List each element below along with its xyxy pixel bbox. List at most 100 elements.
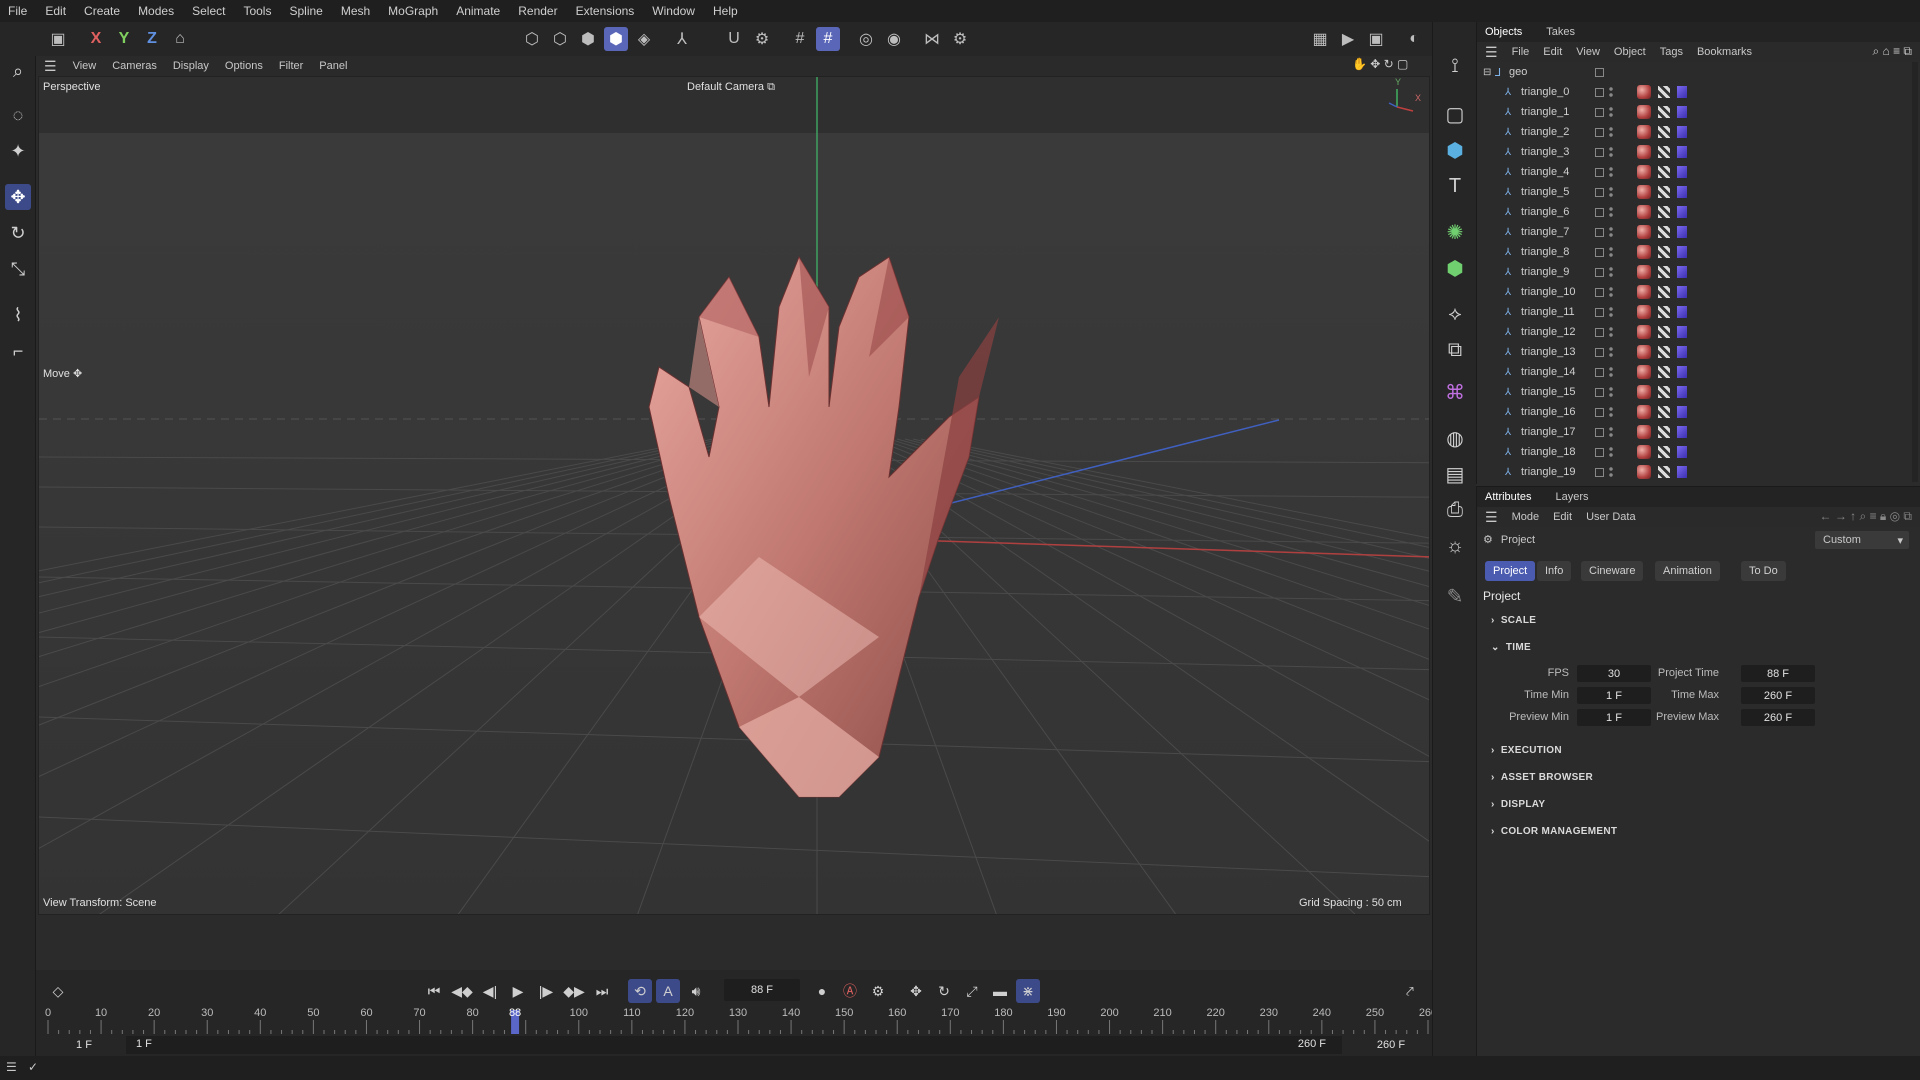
objects-menu-edit[interactable]: Edit bbox=[1543, 46, 1562, 58]
viewport-menu-view[interactable]: View bbox=[73, 60, 97, 72]
subtab-project[interactable]: Project bbox=[1485, 561, 1536, 581]
redshift-icon[interactable]: ◐ bbox=[1402, 27, 1426, 51]
section-scale[interactable]: › SCALE bbox=[1491, 615, 1536, 626]
visibility-check[interactable] bbox=[1595, 127, 1604, 137]
cube-icon[interactable]: ⬢ bbox=[1441, 136, 1469, 164]
selection-tag-icon[interactable] bbox=[1677, 246, 1687, 258]
visibility-check[interactable] bbox=[1595, 427, 1604, 437]
uv-tag-icon[interactable] bbox=[1658, 146, 1670, 158]
selection-tag-icon[interactable] bbox=[1677, 366, 1687, 378]
prev-key-icon[interactable]: ◀◆ bbox=[450, 979, 474, 1003]
points-mode-icon[interactable]: ⬡ bbox=[520, 27, 544, 51]
material-tag-icon[interactable] bbox=[1637, 285, 1651, 299]
selection-tag-icon[interactable] bbox=[1677, 226, 1687, 238]
section-time[interactable]: ⌄ TIME bbox=[1491, 642, 1531, 653]
coordinate-system-icon[interactable]: ⌂ bbox=[168, 27, 192, 51]
uv-tag-icon[interactable] bbox=[1658, 466, 1670, 478]
menu-item-animate[interactable]: Animate bbox=[456, 4, 500, 18]
menu-item-help[interactable]: Help bbox=[713, 4, 738, 18]
material-tag-icon[interactable] bbox=[1637, 85, 1651, 99]
visibility-check[interactable] bbox=[1595, 67, 1604, 77]
visibility-check[interactable] bbox=[1595, 187, 1604, 197]
render-dots[interactable] bbox=[1609, 86, 1613, 98]
object-row[interactable]: ⅄ triangle_4 bbox=[1477, 162, 1913, 182]
selection-tag-icon[interactable] bbox=[1677, 346, 1687, 358]
objects-panel-icons[interactable]: ⌕ ⌂ ≡ ⧉ bbox=[1872, 44, 1912, 59]
object-mode-icon[interactable]: ⟟ bbox=[1441, 52, 1469, 80]
time-max-field[interactable]: 260 F bbox=[1741, 687, 1815, 704]
object-row[interactable]: ⅄ triangle_14 bbox=[1477, 362, 1913, 382]
uv-tag-icon[interactable] bbox=[1658, 286, 1670, 298]
render-dots[interactable] bbox=[1609, 206, 1613, 218]
start-frame-field[interactable]: 1 F bbox=[44, 1036, 124, 1054]
uv-tag-icon[interactable] bbox=[1658, 166, 1670, 178]
rotate-tool-icon[interactable]: ↻ bbox=[5, 220, 31, 246]
selection-tag-icon[interactable] bbox=[1677, 266, 1687, 278]
text-icon[interactable]: T bbox=[1441, 172, 1469, 200]
visibility-check[interactable] bbox=[1595, 367, 1604, 377]
move-tool-icon[interactable]: ✥ bbox=[5, 184, 31, 210]
visibility-check[interactable] bbox=[1595, 167, 1604, 177]
key-rotation-icon[interactable]: ↻ bbox=[932, 979, 956, 1003]
record-icon[interactable]: ● bbox=[810, 979, 834, 1003]
menu-item-modes[interactable]: Modes bbox=[138, 4, 174, 18]
material-tag-icon[interactable] bbox=[1637, 425, 1651, 439]
undo-icon[interactable]: ▣ bbox=[46, 27, 70, 51]
range-bar[interactable]: 1 F 260 F bbox=[126, 1036, 1342, 1054]
viewport-menu-display[interactable]: Display bbox=[173, 60, 209, 72]
end-frame-field[interactable]: 260 F bbox=[1356, 1036, 1426, 1054]
snap-settings-icon[interactable]: ⚙ bbox=[750, 27, 774, 51]
render-to-pv-icon[interactable]: ▣ bbox=[1364, 27, 1388, 51]
generator-icon[interactable]: ✺ bbox=[1441, 218, 1469, 246]
visibility-check[interactable] bbox=[1595, 327, 1604, 337]
autokey-record-icon[interactable]: Ⓐ bbox=[838, 979, 862, 1003]
uv-tag-icon[interactable] bbox=[1658, 366, 1670, 378]
material-tag-icon[interactable] bbox=[1637, 225, 1651, 239]
subtab-animation[interactable]: Animation bbox=[1655, 561, 1720, 581]
visibility-check[interactable] bbox=[1595, 447, 1604, 457]
attributes-menu-mode[interactable]: Mode bbox=[1512, 511, 1540, 523]
key-settings-icon[interactable]: ⚙ bbox=[866, 979, 890, 1003]
attributes-hamburger-icon[interactable]: ☰ bbox=[1485, 509, 1498, 526]
polygons-mode-icon[interactable]: ⬢ bbox=[576, 27, 600, 51]
selection-tag-icon[interactable] bbox=[1677, 126, 1687, 138]
visibility-check[interactable] bbox=[1595, 267, 1604, 277]
material-tag-icon[interactable] bbox=[1637, 245, 1651, 259]
symmetry-icon[interactable]: ⋈ bbox=[920, 27, 944, 51]
material-tag-icon[interactable] bbox=[1637, 325, 1651, 339]
menu-item-render[interactable]: Render bbox=[518, 4, 557, 18]
selection-tag-icon[interactable] bbox=[1677, 406, 1687, 418]
selection-tag-icon[interactable] bbox=[1677, 426, 1687, 438]
selection-tag-icon[interactable] bbox=[1677, 206, 1687, 218]
material-tag-icon[interactable] bbox=[1637, 265, 1651, 279]
menu-item-edit[interactable]: Edit bbox=[45, 4, 66, 18]
object-row[interactable]: ⅄ triangle_8 bbox=[1477, 242, 1913, 262]
material-tag-icon[interactable] bbox=[1637, 385, 1651, 399]
visibility-check[interactable] bbox=[1595, 107, 1604, 117]
environment-icon[interactable]: ◍ bbox=[1441, 424, 1469, 452]
render-dots[interactable] bbox=[1609, 366, 1613, 378]
selection-tag-icon[interactable] bbox=[1677, 446, 1687, 458]
brush-tool-icon[interactable]: ⌇ bbox=[5, 302, 31, 328]
material-tag-icon[interactable] bbox=[1637, 145, 1651, 159]
selection-tag-icon[interactable] bbox=[1677, 306, 1687, 318]
section-execution[interactable]: › EXECUTION bbox=[1491, 745, 1562, 756]
menu-item-extensions[interactable]: Extensions bbox=[576, 4, 635, 18]
scale-tool-icon[interactable]: ⤡ bbox=[5, 256, 31, 282]
viewport-hamburger-icon[interactable]: ☰ bbox=[44, 58, 57, 75]
object-row[interactable]: ⅄ triangle_19 bbox=[1477, 462, 1913, 482]
objects-menu-tags[interactable]: Tags bbox=[1660, 46, 1683, 58]
render-dots[interactable] bbox=[1609, 306, 1613, 318]
uv-tag-icon[interactable] bbox=[1658, 446, 1670, 458]
edges-mode-icon[interactable]: ⬡ bbox=[548, 27, 572, 51]
mograph-icon[interactable]: ⬢ bbox=[1441, 254, 1469, 282]
render-dots[interactable] bbox=[1609, 426, 1613, 438]
tab-objects[interactable]: Objects bbox=[1485, 26, 1522, 38]
menu-item-spline[interactable]: Spline bbox=[289, 4, 322, 18]
visibility-check[interactable] bbox=[1595, 407, 1604, 417]
material-tag-icon[interactable] bbox=[1637, 185, 1651, 199]
render-dots[interactable] bbox=[1609, 246, 1613, 258]
render-dots[interactable] bbox=[1609, 226, 1613, 238]
selection-tag-icon[interactable] bbox=[1677, 286, 1687, 298]
viewport-menu-filter[interactable]: Filter bbox=[279, 60, 303, 72]
